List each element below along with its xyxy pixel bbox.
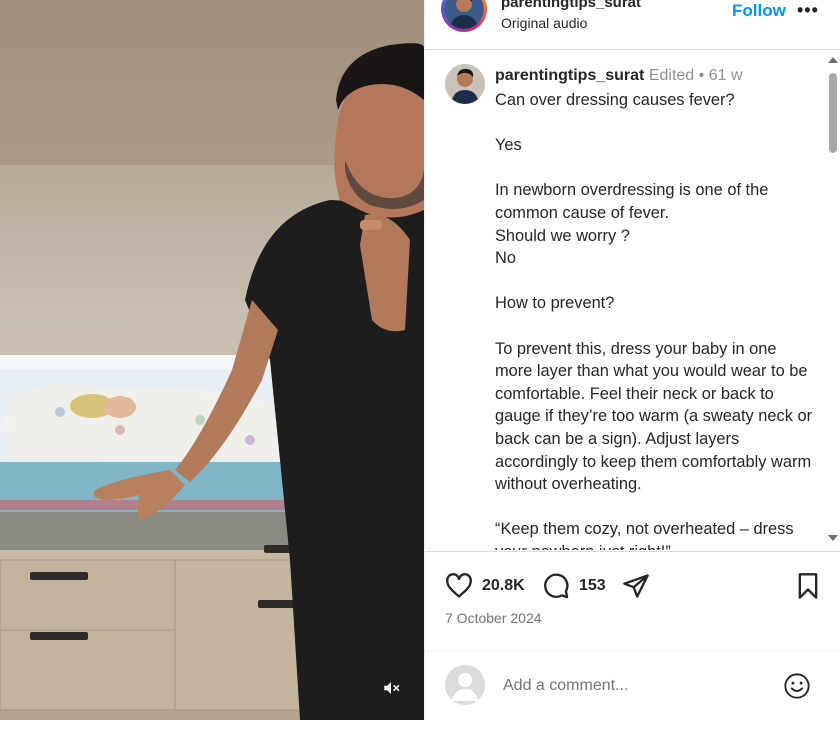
post-panel: parentingtips_surat Original audio Follo… (424, 0, 840, 740)
comment-button[interactable] (542, 572, 570, 605)
action-bar: 20.8K 153 7 October 2024 (425, 551, 840, 632)
post-header: parentingtips_surat Original audio Follo… (425, 0, 840, 50)
caption-scrollbar[interactable] (825, 55, 840, 550)
heart-icon (445, 573, 473, 604)
avatar-photo (445, 64, 485, 104)
more-options-button[interactable]: ••• (797, 0, 819, 21)
caption-text: Can over dressing causes fever? Yes In n… (495, 91, 813, 550)
paper-plane-icon (622, 574, 650, 604)
current-user-avatar (445, 665, 485, 705)
header-username[interactable]: parentingtips_surat (501, 0, 641, 11)
caption-username[interactable]: parentingtips_surat (495, 67, 644, 84)
save-button[interactable] (795, 572, 821, 605)
post-date[interactable]: 7 October 2024 (445, 610, 542, 626)
speaker-muted-icon (382, 679, 400, 697)
like-count[interactable]: 20.8K (482, 577, 525, 595)
smiley-icon (783, 673, 811, 704)
edited-label: Edited (648, 67, 695, 84)
caption-author-avatar[interactable] (445, 64, 485, 104)
scroll-thumb[interactable] (829, 73, 837, 153)
author-avatar[interactable] (441, 0, 487, 32)
video-frame (0, 0, 424, 720)
like-button[interactable] (445, 572, 473, 605)
caption-header: parentingtips_surat Edited • 61 w (495, 67, 743, 85)
scroll-down-arrow[interactable] (828, 535, 838, 541)
caption-scroll-area[interactable]: parentingtips_surat Edited • 61 w Can ov… (425, 50, 840, 550)
emoji-button[interactable] (783, 672, 811, 705)
post-age[interactable]: 61 w (709, 67, 743, 84)
avatar-photo (444, 0, 484, 29)
mute-button[interactable] (373, 670, 409, 706)
comment-input[interactable] (501, 672, 765, 700)
default-avatar-icon (445, 665, 485, 705)
follow-button[interactable]: Follow (732, 1, 786, 21)
add-comment-bar (425, 651, 840, 722)
audio-link[interactable]: Original audio (501, 15, 587, 31)
scroll-up-arrow[interactable] (828, 57, 838, 63)
comment-count[interactable]: 153 (579, 577, 606, 595)
reel-video[interactable] (0, 0, 424, 720)
meta-separator: • (698, 67, 705, 84)
bookmark-icon (795, 573, 821, 604)
speech-bubble-icon (542, 573, 570, 604)
page-bottom-strip (0, 720, 840, 740)
share-button[interactable] (622, 572, 650, 605)
